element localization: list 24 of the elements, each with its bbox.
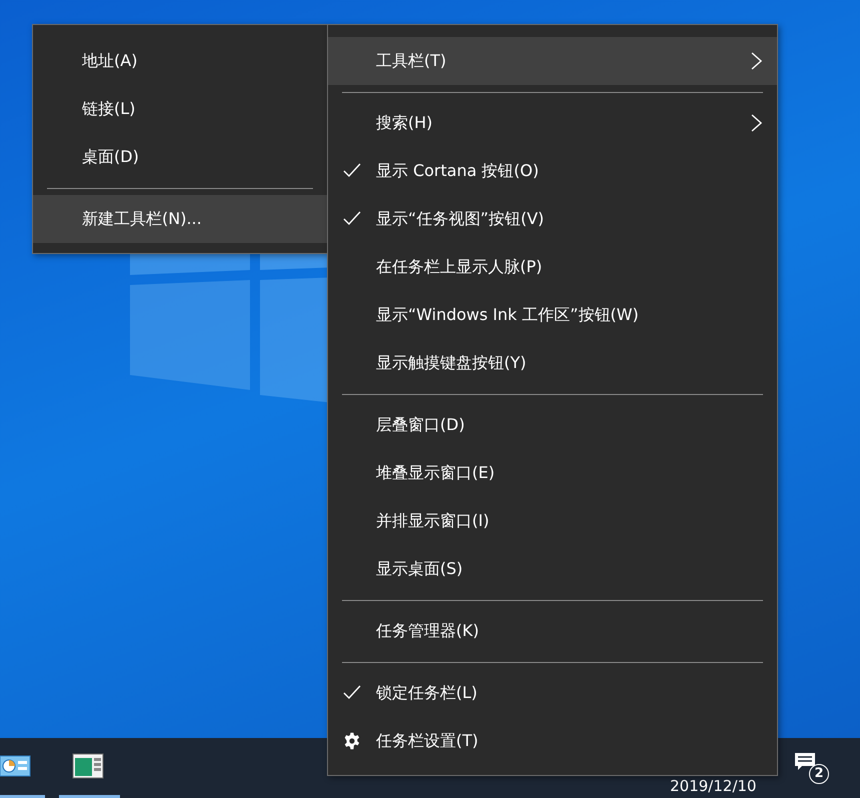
menu-item[interactable]: 桌面(D) (33, 133, 327, 181)
notification-count: 2 (809, 764, 829, 784)
menu-item[interactable]: 堆叠显示窗口(E) (328, 449, 777, 497)
menu-item[interactable]: 显示 Cortana 按钮(O) (328, 147, 777, 195)
menu-item[interactable]: 在任务栏上显示人脉(P) (328, 243, 777, 291)
menu-item[interactable]: 链接(L) (33, 85, 327, 133)
menu-item[interactable]: 显示桌面(S) (328, 545, 777, 593)
menu-item[interactable]: 地址(A) (33, 37, 327, 85)
control-panel-icon (0, 753, 31, 779)
notification-button[interactable]: 2 (793, 746, 833, 792)
menu-item[interactable]: 任务管理器(K) (328, 607, 777, 655)
menu-item[interactable]: 层叠窗口(D) (328, 401, 777, 449)
window-icon (72, 753, 104, 779)
clock-date[interactable]: 2019/12/10 (670, 777, 756, 795)
menu-item[interactable]: 显示“任务视图”按钮(V) (328, 195, 777, 243)
menu-item[interactable]: 新建工具栏(N)... (33, 195, 327, 243)
menu-item[interactable]: 锁定任务栏(L) (328, 669, 777, 717)
menu-item[interactable]: 显示“Windows Ink 工作区”按钮(W) (328, 291, 777, 339)
menu-item[interactable]: 并排显示窗口(I) (328, 497, 777, 545)
menu-item[interactable]: 工具栏(T) (328, 37, 777, 85)
gear-icon (343, 732, 361, 750)
menu-item[interactable]: 显示触摸键盘按钮(Y) (328, 339, 777, 387)
menu-item[interactable]: 任务栏设置(T) (328, 717, 777, 765)
menu-item[interactable]: 搜索(H) (328, 99, 777, 147)
